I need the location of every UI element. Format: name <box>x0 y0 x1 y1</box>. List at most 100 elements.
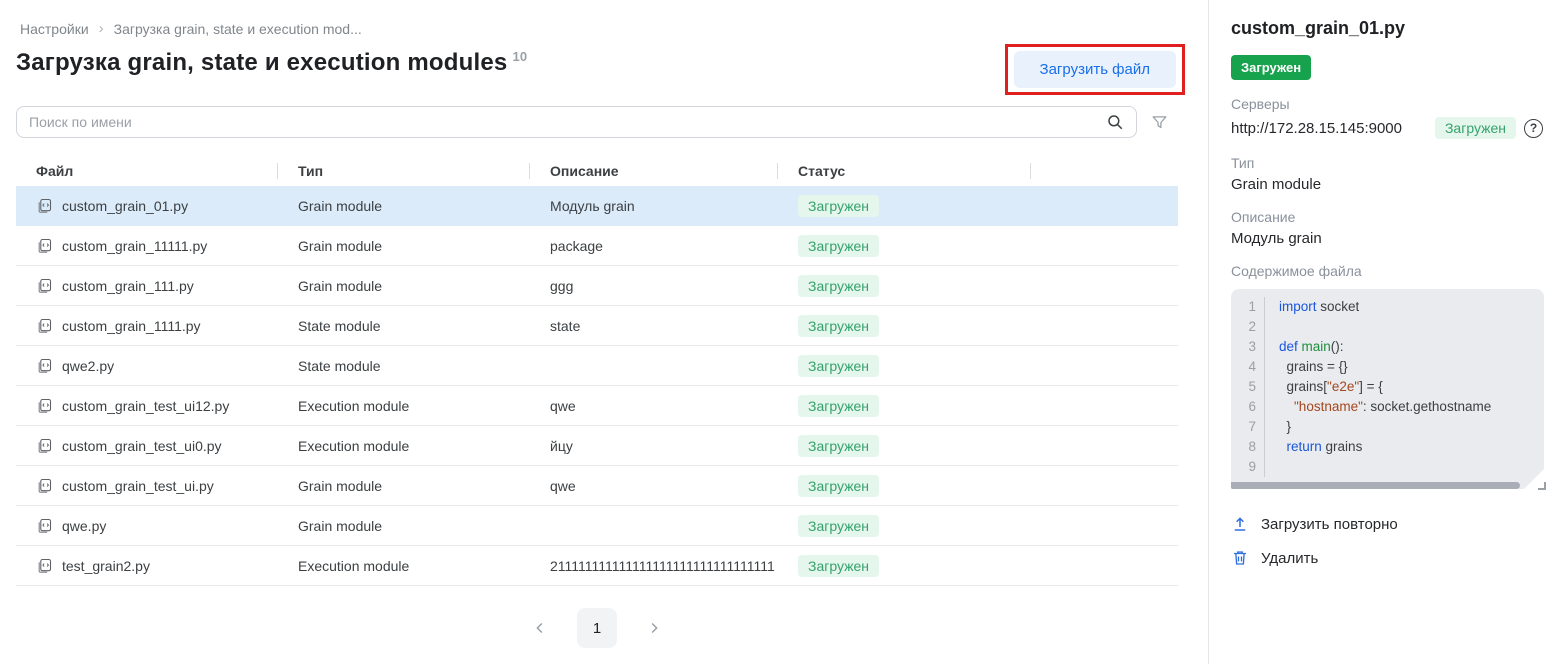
file-name: custom_grain_1111.py <box>62 318 201 334</box>
search-input[interactable] <box>29 114 1104 130</box>
resize-grip[interactable] <box>1538 482 1546 490</box>
delete-action[interactable]: Удалить <box>1231 549 1543 567</box>
file-name: qwe2.py <box>62 358 114 374</box>
next-page-icon[interactable] <box>641 615 667 641</box>
file-type: Grain module <box>278 518 530 534</box>
file-type: Grain module <box>278 478 530 494</box>
search-icon[interactable] <box>1104 111 1126 133</box>
file-code-icon <box>36 438 52 454</box>
table-row[interactable]: custom_grain_test_ui0.py Execution module… <box>16 426 1178 466</box>
upload-file-button[interactable]: Загрузить файл <box>1014 51 1176 88</box>
code-line: 1import socket <box>1231 297 1544 317</box>
file-type: Grain module <box>278 238 530 254</box>
table-row[interactable]: qwe.pyGrain moduleЗагружен <box>16 506 1178 546</box>
app-window: Настройки › Загрузка grain, state и exec… <box>0 0 1561 664</box>
status-badge: Загружен <box>798 315 879 337</box>
file-type: Execution module <box>278 558 530 574</box>
code-block: 1import socket23def main():4 grains = {}… <box>1231 289 1544 489</box>
table-row[interactable]: test_grain2.pyExecution module2111111111… <box>16 546 1178 586</box>
description-value: Модуль grain <box>1231 230 1543 247</box>
reupload-action[interactable]: Загрузить повторно <box>1231 515 1543 533</box>
status-badge: Загружен <box>798 515 879 537</box>
breadcrumb-settings[interactable]: Настройки <box>20 21 89 37</box>
file-code-icon <box>36 238 52 254</box>
file-description: qwe <box>530 398 778 414</box>
table-header: Файл Тип Описание Статус <box>16 156 1178 186</box>
code-line: 4 grains = {} <box>1231 357 1544 377</box>
line-number: 7 <box>1231 417 1265 437</box>
server-row: http://172.28.15.145:9000 Загружен ? <box>1231 117 1543 139</box>
file-name: custom_grain_test_ui12.py <box>62 398 229 414</box>
file-description: package <box>530 238 778 254</box>
table-row[interactable]: custom_grain_test_ui12.pyExecution modul… <box>16 386 1178 426</box>
table-row[interactable]: custom_grain_test_ui.py Grain moduleqwe За… <box>16 466 1178 506</box>
code-preview: 1import socket23def main():4 grains = {}… <box>1231 289 1544 489</box>
file-name: custom_grain_test_ui0.py <box>62 438 222 454</box>
trash-icon <box>1231 549 1249 567</box>
column-header-description: Описание <box>530 163 778 179</box>
table-row[interactable]: qwe2.pyState moduleЗагружен <box>16 346 1178 386</box>
table-row[interactable]: custom_grain_1111.pyState modulestateЗаг… <box>16 306 1178 346</box>
search-box <box>16 106 1137 138</box>
status-badge: Загружен <box>798 235 879 257</box>
file-code-icon <box>36 398 52 414</box>
status-badge: Загружен <box>798 555 879 577</box>
column-header-file: Файл <box>16 163 278 179</box>
file-type: Grain module <box>278 198 530 214</box>
file-type: State module <box>278 318 530 334</box>
file-description: йцу <box>530 438 778 454</box>
table-row[interactable]: custom_grain_11111.py Grain modulepackage… <box>16 226 1178 266</box>
code-line: 9 <box>1231 457 1544 477</box>
table-row[interactable]: custom_grain_01.pyGrain moduleМодуль gra… <box>16 186 1178 226</box>
file-name: custom_grain_11111.py <box>62 238 207 254</box>
file-code-icon <box>36 478 52 494</box>
file-type: Grain module <box>278 278 530 294</box>
file-code-icon <box>36 318 52 334</box>
code-line: 5 grains["e2e"] = { <box>1231 377 1544 397</box>
horizontal-scrollbar[interactable] <box>1231 482 1520 489</box>
file-description: qwe <box>530 478 778 494</box>
items-count: 10 <box>512 49 527 64</box>
status-badge: Загружен <box>798 355 879 377</box>
detail-status-badge: Загружен <box>1231 55 1311 80</box>
line-number: 5 <box>1231 377 1265 397</box>
page-number-button[interactable]: 1 <box>577 608 617 648</box>
breadcrumb: Настройки › Загрузка grain, state и exec… <box>16 20 1178 37</box>
code-line: 6 "hostname": socket.gethostname <box>1231 397 1544 417</box>
description-label: Описание <box>1231 209 1543 225</box>
help-icon[interactable]: ? <box>1524 119 1543 138</box>
pagination: 1 <box>16 608 1178 648</box>
file-name: test_grain2.py <box>62 558 150 574</box>
file-name: custom_grain_01.py <box>62 198 188 214</box>
file-detail-panel: custom_grain_01.py Загружен Серверы http… <box>1208 0 1561 664</box>
type-value: Grain module <box>1231 176 1543 193</box>
file-content-label: Содержимое файла <box>1231 263 1543 279</box>
file-name: custom_grain_test_ui.py <box>62 478 214 494</box>
filter-icon[interactable] <box>1149 112 1170 133</box>
page-title: Загрузка grain, state и execution module… <box>16 49 527 77</box>
table-row[interactable]: custom_grain_111.pyGrain modulegggЗагруж… <box>16 266 1178 306</box>
file-code-icon <box>36 198 52 214</box>
status-badge: Загружен <box>798 395 879 417</box>
server-status-badge: Загружен <box>1435 117 1516 139</box>
upload-icon <box>1231 515 1249 533</box>
line-number: 8 <box>1231 437 1265 457</box>
file-code-icon <box>36 518 52 534</box>
previous-page-icon[interactable] <box>527 615 553 641</box>
column-header-status: Статус <box>778 163 1031 179</box>
server-url: http://172.28.15.145:9000 <box>1231 120 1402 137</box>
status-badge: Загружен <box>798 195 879 217</box>
line-number: 4 <box>1231 357 1265 377</box>
action-label: Загрузить повторно <box>1261 516 1398 533</box>
code-line: 7 } <box>1231 417 1544 437</box>
status-badge: Загружен <box>798 475 879 497</box>
servers-label: Серверы <box>1231 96 1543 112</box>
detail-actions: Загрузить повторно Удалить <box>1231 515 1543 567</box>
file-type: Execution module <box>278 438 530 454</box>
detail-file-name: custom_grain_01.py <box>1231 18 1543 39</box>
file-code-icon <box>36 278 52 294</box>
file-code-icon <box>36 558 52 574</box>
status-badge: Загружен <box>798 435 879 457</box>
code-line: 2 <box>1231 317 1544 337</box>
line-number: 1 <box>1231 297 1265 317</box>
